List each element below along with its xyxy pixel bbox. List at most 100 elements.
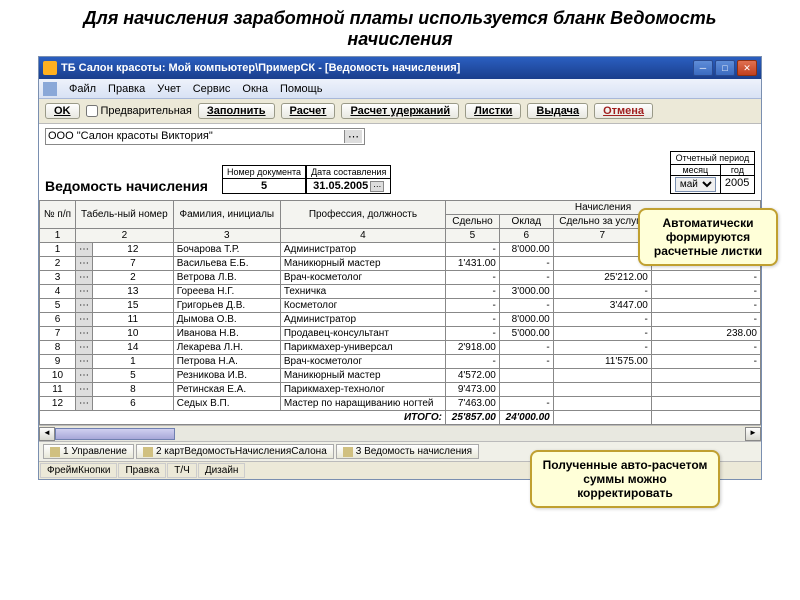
cell-prof[interactable]: Маникюрный мастер bbox=[280, 369, 445, 383]
cell-tab[interactable]: 2 bbox=[92, 271, 173, 285]
table-row[interactable]: 8 ⋯ 14 Лекарева Л.Н. Парикмахер-универса… bbox=[40, 341, 761, 355]
table-row[interactable]: 5 ⋯ 15 Григорьев Д.В. Косметолог - - 3'4… bbox=[40, 299, 761, 313]
cell-service[interactable] bbox=[553, 383, 651, 397]
cell-prof[interactable]: Парикмахер-технолог bbox=[280, 383, 445, 397]
cell-salary[interactable]: - bbox=[499, 257, 553, 271]
cell-tab[interactable]: 13 bbox=[92, 285, 173, 299]
cell-prof[interactable]: Маникюрный мастер bbox=[280, 257, 445, 271]
cell-service[interactable]: 11'575.00 bbox=[553, 355, 651, 369]
minimize-button[interactable]: ─ bbox=[693, 60, 713, 76]
cell-salary[interactable]: - bbox=[499, 299, 553, 313]
cell-tab[interactable]: 1 bbox=[92, 355, 173, 369]
table-row[interactable]: 7 ⋯ 10 Иванова Н.В. Продавец-консультант… bbox=[40, 327, 761, 341]
preliminary-checkbox[interactable]: Предварительная bbox=[86, 105, 192, 117]
cell-name[interactable]: Васильева Е.Б. bbox=[173, 257, 280, 271]
close-button[interactable]: ✕ bbox=[737, 60, 757, 76]
cell-np[interactable]: 11 bbox=[40, 383, 76, 397]
table-row[interactable]: 6 ⋯ 11 Дымова О.В. Администратор - 8'000… bbox=[40, 313, 761, 327]
maximize-button[interactable]: □ bbox=[715, 60, 735, 76]
cell-np[interactable]: 4 bbox=[40, 285, 76, 299]
cell-piece[interactable]: - bbox=[446, 243, 500, 257]
cell-tab[interactable]: 5 bbox=[92, 369, 173, 383]
menu-help[interactable]: Помощь bbox=[274, 81, 329, 97]
menu-service[interactable]: Сервис bbox=[187, 81, 237, 97]
table-row[interactable]: 11 ⋯ 8 Ретинская Е.А. Парикмахер-техноло… bbox=[40, 383, 761, 397]
cell-np[interactable]: 7 bbox=[40, 327, 76, 341]
cell-np[interactable]: 8 bbox=[40, 341, 76, 355]
cell-salary[interactable]: 8'000.00 bbox=[499, 313, 553, 327]
scroll-right-icon[interactable]: ► bbox=[745, 427, 761, 441]
month-select[interactable]: май bbox=[675, 177, 716, 192]
cell-cosmet[interactable] bbox=[651, 369, 760, 383]
cell-prof[interactable]: Администратор bbox=[280, 313, 445, 327]
cell-service[interactable]: - bbox=[553, 341, 651, 355]
cell-cosmet[interactable]: - bbox=[651, 355, 760, 369]
cell-service[interactable]: - bbox=[553, 313, 651, 327]
cell-np[interactable]: 9 bbox=[40, 355, 76, 369]
cell-name[interactable]: Лекарева Л.Н. bbox=[173, 341, 280, 355]
cell-tab[interactable]: 14 bbox=[92, 341, 173, 355]
cell-cosmet[interactable] bbox=[651, 397, 760, 411]
org-input[interactable]: ООО "Салон красоты Виктория" ⋯ bbox=[45, 128, 365, 145]
preliminary-checkbox-input[interactable] bbox=[86, 105, 98, 117]
cell-prof[interactable]: Косметолог bbox=[280, 299, 445, 313]
cell-prof[interactable]: Врач-косметолог bbox=[280, 271, 445, 285]
cell-piece[interactable]: - bbox=[446, 313, 500, 327]
cell-service[interactable]: 3'447.00 bbox=[553, 299, 651, 313]
row-picker-icon[interactable]: ⋯ bbox=[75, 355, 92, 369]
cell-salary[interactable]: - bbox=[499, 355, 553, 369]
cell-service[interactable]: - bbox=[553, 327, 651, 341]
deductions-button[interactable]: Расчет удержаний bbox=[341, 103, 459, 119]
row-picker-icon[interactable]: ⋯ bbox=[75, 271, 92, 285]
menu-accounting[interactable]: Учет bbox=[151, 81, 187, 97]
cell-name[interactable]: Григорьев Д.В. bbox=[173, 299, 280, 313]
cell-tab[interactable]: 6 bbox=[92, 397, 173, 411]
cell-np[interactable]: 2 bbox=[40, 257, 76, 271]
row-picker-icon[interactable]: ⋯ bbox=[75, 341, 92, 355]
row-picker-icon[interactable]: ⋯ bbox=[75, 313, 92, 327]
scroll-track[interactable] bbox=[55, 427, 745, 441]
cell-prof[interactable]: Парикмахер-универсал bbox=[280, 341, 445, 355]
slips-button[interactable]: Листки bbox=[465, 103, 521, 119]
scroll-thumb[interactable] bbox=[55, 428, 175, 440]
menu-edit[interactable]: Правка bbox=[102, 81, 151, 97]
cell-piece[interactable]: - bbox=[446, 355, 500, 369]
cell-piece[interactable]: 1'431.00 bbox=[446, 257, 500, 271]
cell-cosmet[interactable]: 238.00 bbox=[651, 327, 760, 341]
fill-button[interactable]: Заполнить bbox=[198, 103, 275, 119]
cell-name[interactable]: Иванова Н.В. bbox=[173, 327, 280, 341]
cell-piece[interactable]: - bbox=[446, 271, 500, 285]
table-row[interactable]: 12 ⋯ 6 Седых В.П. Мастер по наращиванию … bbox=[40, 397, 761, 411]
cell-service[interactable]: - bbox=[553, 257, 651, 271]
cell-piece[interactable]: 4'572.00 bbox=[446, 369, 500, 383]
cell-piece[interactable]: - bbox=[446, 327, 500, 341]
cell-tab[interactable]: 8 bbox=[92, 383, 173, 397]
row-picker-icon[interactable]: ⋯ bbox=[75, 299, 92, 313]
cell-name[interactable]: Гореева Н.Г. bbox=[173, 285, 280, 299]
cell-name[interactable]: Дымова О.В. bbox=[173, 313, 280, 327]
cell-np[interactable]: 12 bbox=[40, 397, 76, 411]
menu-windows[interactable]: Окна bbox=[236, 81, 274, 97]
year-value[interactable]: 2005 bbox=[721, 176, 754, 190]
cell-service[interactable]: - bbox=[553, 285, 651, 299]
table-row[interactable]: 4 ⋯ 13 Гореева Н.Г. Техничка - 3'000.00 … bbox=[40, 285, 761, 299]
cell-salary[interactable]: 8'000.00 bbox=[499, 243, 553, 257]
org-picker-icon[interactable]: ⋯ bbox=[344, 130, 362, 143]
cell-np[interactable]: 6 bbox=[40, 313, 76, 327]
cell-name[interactable]: Ветрова Л.В. bbox=[173, 271, 280, 285]
cell-np[interactable]: 5 bbox=[40, 299, 76, 313]
cell-np[interactable]: 3 bbox=[40, 271, 76, 285]
cell-salary[interactable]: - bbox=[499, 271, 553, 285]
cell-name[interactable]: Петрова Н.А. bbox=[173, 355, 280, 369]
cell-name[interactable]: Бочарова Т.Р. bbox=[173, 243, 280, 257]
cell-tab[interactable]: 7 bbox=[92, 257, 173, 271]
cell-piece[interactable]: - bbox=[446, 299, 500, 313]
row-picker-icon[interactable]: ⋯ bbox=[75, 397, 92, 411]
cell-piece[interactable]: 7'463.00 bbox=[446, 397, 500, 411]
cell-name[interactable]: Резникова И.В. bbox=[173, 369, 280, 383]
cell-cosmet[interactable]: - bbox=[651, 285, 760, 299]
cell-cosmet[interactable]: - bbox=[651, 313, 760, 327]
cell-tab[interactable]: 15 bbox=[92, 299, 173, 313]
cell-tab[interactable]: 10 bbox=[92, 327, 173, 341]
issue-button[interactable]: Выдача bbox=[527, 103, 588, 119]
